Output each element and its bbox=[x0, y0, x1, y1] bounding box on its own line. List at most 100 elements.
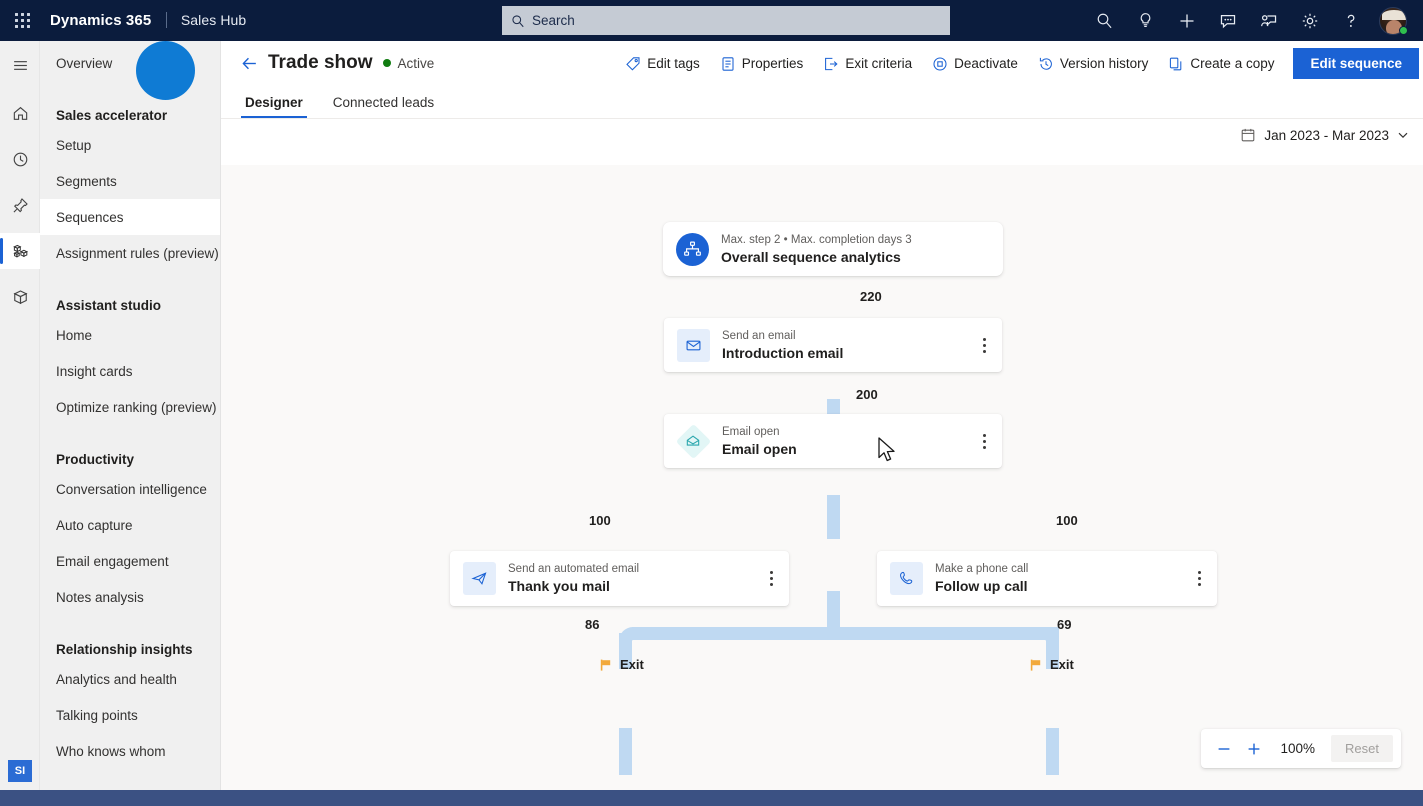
app-launcher-button[interactable] bbox=[0, 0, 44, 41]
exit-label: Exit bbox=[620, 657, 644, 672]
sidebar-item-insight-cards[interactable]: Insight cards bbox=[40, 353, 220, 389]
sidebar-item-label: Segments bbox=[56, 173, 117, 189]
tab-connected-leads[interactable]: Connected leads bbox=[329, 95, 438, 118]
edge-label-right-exit: 69 bbox=[1057, 617, 1072, 632]
edit-tags-button[interactable]: Edit tags bbox=[616, 48, 709, 79]
sidebar-item-who-knows-whom[interactable]: Who knows whom bbox=[40, 733, 220, 769]
status-dot bbox=[382, 59, 391, 67]
lightbulb-icon-button[interactable] bbox=[1125, 0, 1166, 41]
exit-criteria-button[interactable]: Exit criteria bbox=[814, 48, 921, 79]
pin-icon-button[interactable] bbox=[0, 187, 40, 223]
sidebar-item-overview[interactable]: Overview bbox=[40, 45, 220, 81]
brand-title: Dynamics 365 Sales Hub bbox=[50, 12, 246, 29]
node-overall-sequence-analytics[interactable]: Max. step 2 • Max. completion days 3 Ove… bbox=[663, 222, 1003, 276]
package-icon-button[interactable] bbox=[0, 279, 40, 315]
sidebar-item-email-engagement[interactable]: Email engagement bbox=[40, 543, 220, 579]
command-label: Create a copy bbox=[1190, 56, 1275, 71]
brand-divider bbox=[165, 12, 167, 28]
deactivate-icon bbox=[933, 56, 947, 71]
node-type: Email open bbox=[722, 425, 780, 438]
zoom-reset-button[interactable]: Reset bbox=[1331, 735, 1393, 762]
edge-label-branch-left: 100 bbox=[589, 513, 611, 528]
clock-icon-button[interactable] bbox=[0, 141, 40, 177]
sidebar-item-setup[interactable]: Setup bbox=[40, 127, 220, 163]
sidebar-item-label: Insight cards bbox=[56, 363, 133, 379]
top-navigation-bar: Dynamics 365 Sales Hub Search bbox=[0, 0, 1423, 41]
node-icon-wrap bbox=[877, 562, 935, 595]
sidebar-item-assignment-rules[interactable]: Assignment rules (preview) bbox=[40, 235, 220, 271]
node-more-options-button[interactable] bbox=[966, 318, 1002, 372]
node-follow-up-call[interactable]: Make a phone call Follow up call bbox=[877, 551, 1217, 606]
node-thank-you-mail[interactable]: Send an automated email Thank you mail bbox=[450, 551, 789, 606]
question-icon-button[interactable] bbox=[1330, 0, 1371, 41]
plus-icon bbox=[1248, 743, 1259, 754]
nav-group-label: Assistant studio bbox=[56, 298, 162, 313]
sidebar-item-sequences[interactable]: Sequences bbox=[40, 199, 220, 235]
si-badge[interactable]: SI bbox=[8, 760, 32, 782]
node-meta: Max. step 2 • Max. completion days 3 bbox=[721, 233, 912, 246]
user-avatar-button[interactable] bbox=[1371, 0, 1415, 41]
flag-icon bbox=[1030, 659, 1041, 671]
command-bar: Edit tags Properties Exit criteria Deact… bbox=[616, 48, 1419, 79]
exit-node-right[interactable]: Exit bbox=[1029, 657, 1074, 672]
nav-group-productivity: Productivity bbox=[40, 437, 220, 471]
feedback-icon-button[interactable] bbox=[1207, 0, 1248, 41]
sidebar-item-label: Sequences bbox=[56, 209, 124, 225]
app-name: Sales Hub bbox=[180, 12, 247, 28]
node-icon-wrap bbox=[664, 425, 722, 458]
properties-button[interactable]: Properties bbox=[711, 48, 813, 79]
assistant-icon-button[interactable] bbox=[1248, 0, 1289, 41]
search-icon bbox=[511, 14, 525, 28]
sequence-designer-canvas[interactable]: Max. step 2 • Max. completion days 3 Ove… bbox=[221, 165, 1423, 790]
page-title: Trade show bbox=[268, 52, 373, 73]
node-text: Email open Email open bbox=[722, 425, 966, 458]
sidebar-item-auto-capture[interactable]: Auto capture bbox=[40, 507, 220, 543]
zoom-in-button[interactable] bbox=[1241, 736, 1267, 762]
deactivate-button[interactable]: Deactivate bbox=[923, 48, 1027, 79]
sidebar-item-optimize-ranking[interactable]: Optimize ranking (preview) bbox=[40, 389, 220, 425]
date-range-picker[interactable]: Jan 2023 - Mar 2023 bbox=[1240, 127, 1409, 143]
tab-strip: Designer Connected leads bbox=[221, 85, 1423, 119]
connector-branch-right-elbow bbox=[1033, 627, 1059, 653]
node-more-options-button[interactable] bbox=[753, 551, 789, 606]
node-email-open[interactable]: Email open Email open bbox=[664, 414, 1002, 468]
icon-rail: SI bbox=[0, 41, 40, 790]
node-introduction-email[interactable]: Send an email Introduction email bbox=[664, 318, 1002, 372]
edit-sequence-button[interactable]: Edit sequence bbox=[1293, 48, 1419, 79]
chevron-down-icon bbox=[1398, 132, 1408, 139]
sidebar-item-home[interactable]: Home bbox=[40, 317, 220, 353]
sidebar-item-conversation-intelligence[interactable]: Conversation intelligence bbox=[40, 471, 220, 507]
home-icon-button[interactable] bbox=[0, 95, 40, 131]
minus-icon bbox=[1218, 747, 1229, 750]
sidebar-item-label: Analytics and health bbox=[56, 671, 177, 687]
sidebar-item-notes-analysis[interactable]: Notes analysis bbox=[40, 579, 220, 615]
sidebar-item-label: Notes analysis bbox=[56, 589, 144, 605]
plus-icon-button[interactable] bbox=[1166, 0, 1207, 41]
sitemap-navigation: Overview Sales accelerator Setup Segment… bbox=[40, 41, 221, 790]
search-icon-button[interactable] bbox=[1084, 0, 1125, 41]
connector-followup-to-exit bbox=[1046, 728, 1059, 775]
sidebar-item-segments[interactable]: Segments bbox=[40, 163, 220, 199]
command-label: Version history bbox=[1059, 56, 1149, 71]
node-more-options-button[interactable] bbox=[1181, 551, 1217, 606]
nav-group-label: Relationship insights bbox=[56, 642, 193, 657]
zoom-out-button[interactable] bbox=[1211, 736, 1237, 762]
sales-accelerator-icon-button[interactable] bbox=[0, 233, 40, 269]
back-arrow-icon[interactable] bbox=[240, 54, 259, 73]
sidebar-item-label: Auto capture bbox=[56, 517, 133, 533]
global-search-box[interactable]: Search bbox=[502, 6, 950, 35]
version-history-button[interactable]: Version history bbox=[1029, 48, 1158, 79]
sidebar-item-talking-points[interactable]: Talking points bbox=[40, 697, 220, 733]
tab-designer[interactable]: Designer bbox=[241, 95, 307, 118]
node-more-options-button[interactable] bbox=[966, 414, 1002, 468]
connector-branch-right-horizontal bbox=[833, 627, 1059, 640]
sidebar-item-analytics-and-health[interactable]: Analytics and health bbox=[40, 661, 220, 697]
hamburger-icon-button[interactable] bbox=[0, 47, 40, 83]
gear-icon-button[interactable] bbox=[1289, 0, 1330, 41]
connector-thankyou-to-exit bbox=[619, 728, 632, 775]
exit-node-left[interactable]: Exit bbox=[599, 657, 644, 672]
create-a-copy-button[interactable]: Create a copy bbox=[1159, 48, 1283, 79]
